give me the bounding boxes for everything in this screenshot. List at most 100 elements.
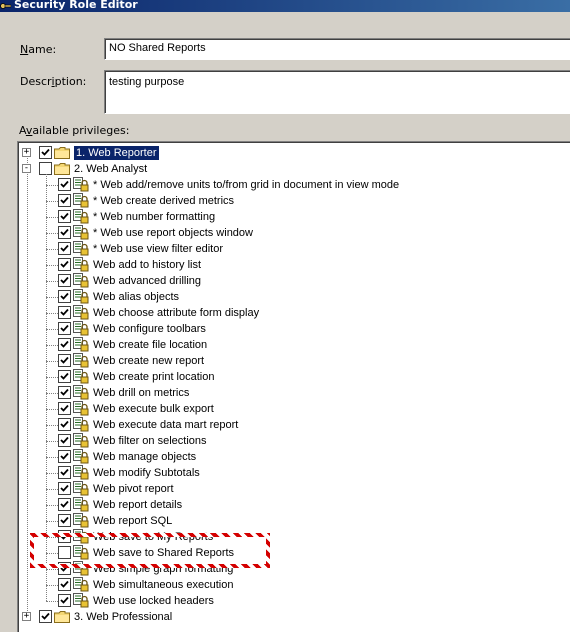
key-icon bbox=[0, 3, 11, 9]
privilege-lock-icon bbox=[73, 353, 89, 368]
privilege-item[interactable]: Web add to history list bbox=[18, 257, 570, 273]
privilege-checkbox[interactable] bbox=[58, 562, 71, 575]
tree-connector bbox=[46, 569, 58, 570]
privilege-label: Web report SQL bbox=[93, 515, 173, 527]
privilege-checkbox[interactable] bbox=[58, 482, 71, 495]
privilege-checkbox[interactable] bbox=[58, 370, 71, 383]
privilege-label: Web create new report bbox=[93, 355, 205, 367]
privilege-checkbox[interactable] bbox=[58, 530, 71, 543]
privilege-label: Web modify Subtotals bbox=[93, 467, 200, 479]
name-field[interactable]: NO Shared Reports bbox=[104, 38, 570, 60]
privilege-label: Web save to Shared Reports bbox=[93, 547, 235, 559]
privilege-label: * Web create derived metrics bbox=[93, 195, 235, 207]
expand-icon[interactable]: + bbox=[22, 611, 31, 621]
tree-group-3[interactable]: +3. Web Professional bbox=[18, 609, 570, 625]
privilege-lock-icon bbox=[73, 513, 89, 528]
privilege-item[interactable]: Web execute data mart report bbox=[18, 417, 570, 433]
privilege-lock-icon bbox=[73, 305, 89, 320]
tree-connector bbox=[46, 329, 58, 330]
folder-icon bbox=[54, 611, 70, 623]
tree-connector bbox=[46, 217, 58, 218]
privilege-item[interactable]: Web create new report bbox=[18, 353, 570, 369]
expand-icon[interactable]: + bbox=[22, 147, 31, 157]
privilege-item[interactable]: Web modify Subtotals bbox=[18, 465, 570, 481]
privilege-checkbox[interactable] bbox=[58, 594, 71, 607]
privilege-lock-icon bbox=[73, 465, 89, 480]
privilege-item[interactable]: Web simultaneous execution bbox=[18, 577, 570, 593]
tree-connector bbox=[46, 457, 58, 458]
description-field[interactable]: testing purpose bbox=[104, 70, 570, 114]
privilege-checkbox[interactable] bbox=[58, 578, 71, 591]
privilege-checkbox[interactable] bbox=[58, 210, 71, 223]
tree-connector bbox=[46, 585, 58, 586]
privilege-item[interactable]: Web create print location bbox=[18, 369, 570, 385]
privilege-checkbox[interactable] bbox=[58, 418, 71, 431]
tree-connector bbox=[46, 185, 58, 186]
privilege-checkbox[interactable] bbox=[58, 434, 71, 447]
privilege-item[interactable]: Web advanced drilling bbox=[18, 273, 570, 289]
privilege-lock-icon bbox=[73, 241, 89, 256]
privilege-lock-icon bbox=[73, 545, 89, 560]
privilege-checkbox[interactable] bbox=[58, 194, 71, 207]
privilege-checkbox[interactable] bbox=[58, 402, 71, 415]
privilege-item[interactable]: * Web add/remove units to/from grid in d… bbox=[18, 177, 570, 193]
tree-connector bbox=[46, 313, 58, 314]
group-checkbox[interactable] bbox=[39, 146, 52, 159]
privilege-item[interactable]: Web save to Shared Reports bbox=[18, 545, 570, 561]
privilege-lock-icon bbox=[73, 385, 89, 400]
tree-connector bbox=[46, 425, 58, 426]
privilege-checkbox[interactable] bbox=[58, 338, 71, 351]
privilege-item[interactable]: Web alias objects bbox=[18, 289, 570, 305]
tree-connector bbox=[46, 201, 58, 202]
privilege-label: Web add to history list bbox=[93, 259, 202, 271]
privilege-checkbox[interactable] bbox=[58, 306, 71, 319]
privilege-checkbox[interactable] bbox=[58, 466, 71, 479]
privilege-item[interactable]: Web save to My Reports bbox=[18, 529, 570, 545]
privilege-checkbox[interactable] bbox=[58, 450, 71, 463]
tree-group-1[interactable]: +1. Web Reporter bbox=[18, 145, 570, 161]
privilege-item[interactable]: Web report SQL bbox=[18, 513, 570, 529]
privilege-checkbox[interactable] bbox=[58, 546, 71, 559]
privilege-lock-icon bbox=[73, 369, 89, 384]
privilege-item[interactable]: Web filter on selections bbox=[18, 433, 570, 449]
privilege-label: * Web use report objects window bbox=[93, 227, 253, 239]
privilege-item[interactable]: Web create file location bbox=[18, 337, 570, 353]
privilege-checkbox[interactable] bbox=[58, 514, 71, 527]
privilege-checkbox[interactable] bbox=[58, 354, 71, 367]
privilege-checkbox[interactable] bbox=[58, 386, 71, 399]
group-checkbox[interactable] bbox=[39, 610, 52, 623]
tree-connector bbox=[46, 409, 58, 410]
privilege-checkbox[interactable] bbox=[58, 242, 71, 255]
privilege-item[interactable]: Web configure toolbars bbox=[18, 321, 570, 337]
privilege-item[interactable]: * Web use view filter editor bbox=[18, 241, 570, 257]
privilege-item[interactable]: * Web number formatting bbox=[18, 209, 570, 225]
privilege-label: Web simultaneous execution bbox=[93, 579, 234, 591]
privilege-item[interactable]: Web drill on metrics bbox=[18, 385, 570, 401]
collapse-icon[interactable]: - bbox=[22, 163, 31, 173]
privilege-item[interactable]: Web choose attribute form display bbox=[18, 305, 570, 321]
privilege-lock-icon bbox=[73, 561, 89, 576]
privilege-item[interactable]: Web simple graph formatting bbox=[18, 561, 570, 577]
privilege-checkbox[interactable] bbox=[58, 258, 71, 271]
privilege-item[interactable]: Web report details bbox=[18, 497, 570, 513]
privilege-item[interactable]: Web execute bulk export bbox=[18, 401, 570, 417]
tree-connector bbox=[46, 297, 58, 298]
privilege-label: Web simple graph formatting bbox=[93, 563, 234, 575]
tree-connector bbox=[46, 505, 58, 506]
privilege-item[interactable]: * Web use report objects window bbox=[18, 225, 570, 241]
tree-group-2[interactable]: - 2. Web Analyst bbox=[18, 161, 570, 177]
privilege-label: Web manage objects bbox=[93, 451, 197, 463]
privilege-checkbox[interactable] bbox=[58, 498, 71, 511]
privilege-checkbox[interactable] bbox=[58, 178, 71, 191]
privilege-item[interactable]: * Web create derived metrics bbox=[18, 193, 570, 209]
privilege-checkbox[interactable] bbox=[58, 290, 71, 303]
privilege-checkbox[interactable] bbox=[58, 226, 71, 239]
privilege-item[interactable]: Web pivot report bbox=[18, 481, 570, 497]
privilege-item[interactable]: Web use locked headers bbox=[18, 593, 570, 609]
privilege-checkbox[interactable] bbox=[58, 274, 71, 287]
privilege-checkbox[interactable] bbox=[58, 322, 71, 335]
folder-icon bbox=[54, 147, 70, 159]
privileges-tree[interactable]: +1. Web Reporter - 2. Web Analyst * Web add… bbox=[17, 141, 570, 632]
privilege-lock-icon bbox=[73, 193, 89, 208]
privilege-item[interactable]: Web manage objects bbox=[18, 449, 570, 465]
